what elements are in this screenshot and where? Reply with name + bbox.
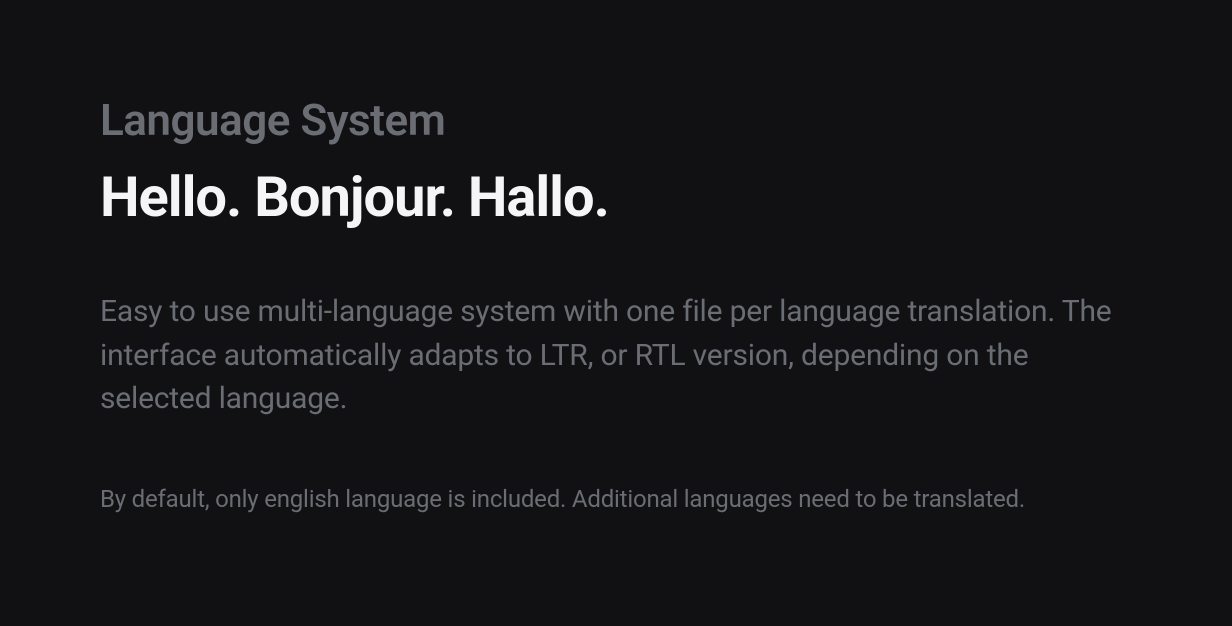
section-eyebrow: Language System [100,94,1132,146]
hero-section: Language System Hello. Bonjour. Hallo. E… [0,0,1232,513]
section-note: By default, only english language is inc… [100,485,1132,513]
section-headline: Hello. Bonjour. Hallo. [100,164,1132,230]
section-description: Easy to use multi-language system with o… [100,290,1120,421]
